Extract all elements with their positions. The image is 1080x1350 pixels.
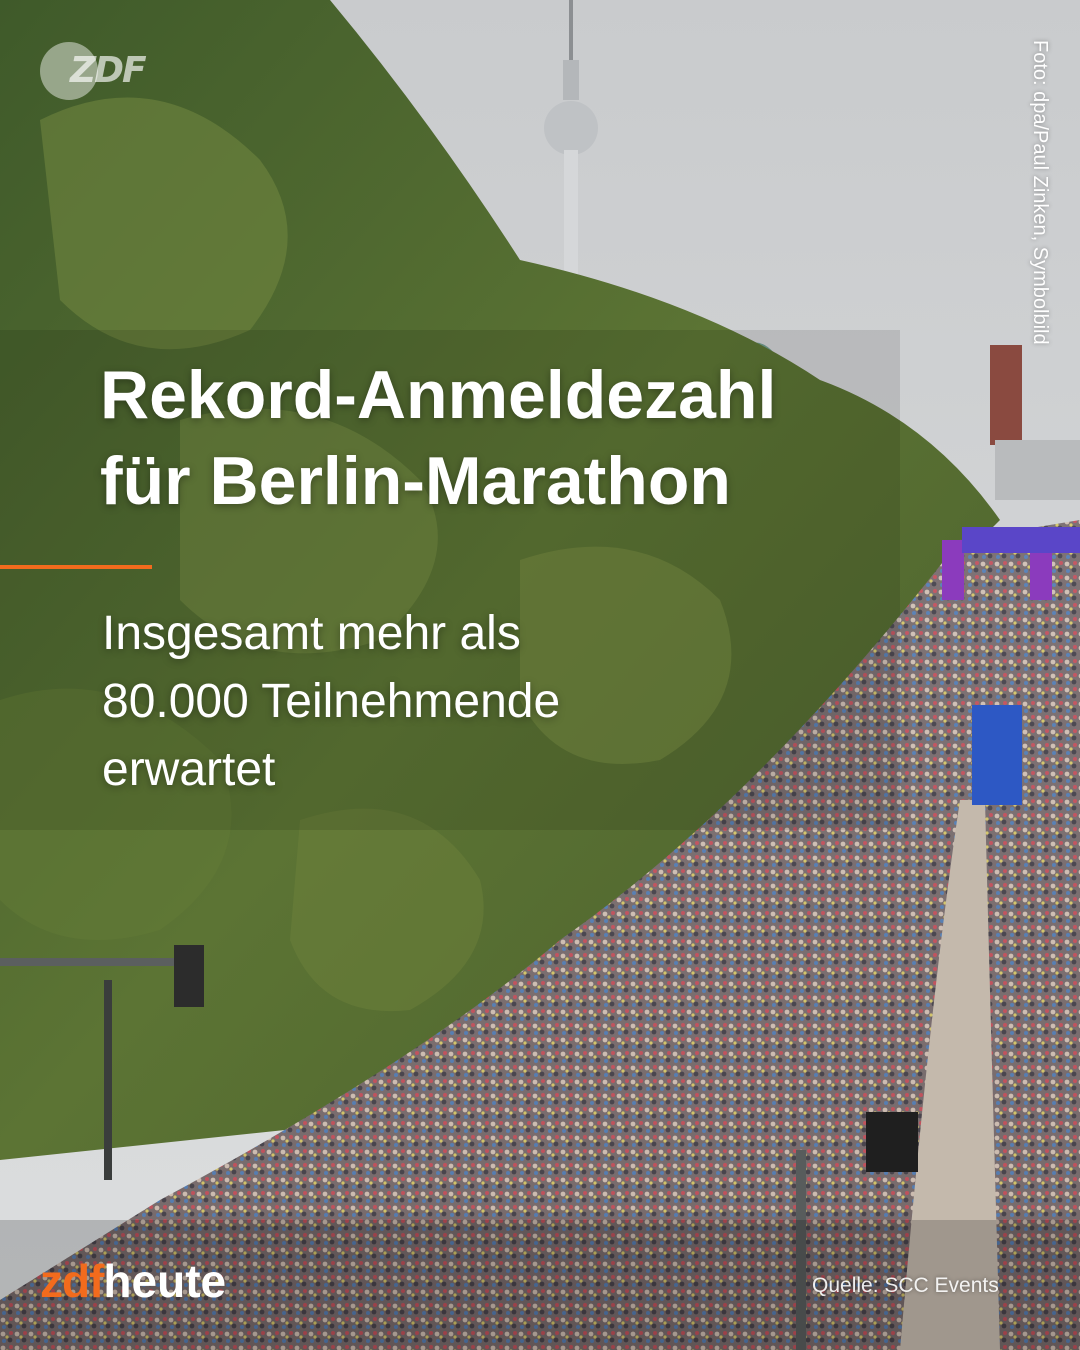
logo-zdf: zdf bbox=[40, 1255, 104, 1307]
zdf-watermark-logo: ZDF bbox=[40, 42, 150, 102]
photo-credit: Foto: dpa/Paul Zinken, Symbolbild bbox=[1029, 40, 1051, 345]
zdf-watermark-text: ZDF bbox=[70, 50, 147, 91]
subline: Insgesamt mehr als 80.000 Teilnehmende e… bbox=[102, 600, 862, 804]
headline: Rekord-Anmeldezahl für Berlin-Marathon bbox=[100, 352, 960, 524]
source-note: Quelle: SCC Events bbox=[812, 1274, 999, 1297]
subline-line-2: 80.000 Teilnehmende bbox=[102, 675, 561, 728]
subline-line-1: Insgesamt mehr als bbox=[102, 607, 521, 660]
logo-heute: heute bbox=[103, 1255, 227, 1307]
headline-line-1: Rekord-Anmeldezahl bbox=[100, 357, 777, 433]
zdfheute-logo: zdfheute bbox=[40, 1254, 226, 1314]
subline-line-3: erwartet bbox=[102, 743, 276, 796]
headline-line-2: für Berlin-Marathon bbox=[100, 443, 731, 519]
accent-divider bbox=[0, 565, 152, 569]
